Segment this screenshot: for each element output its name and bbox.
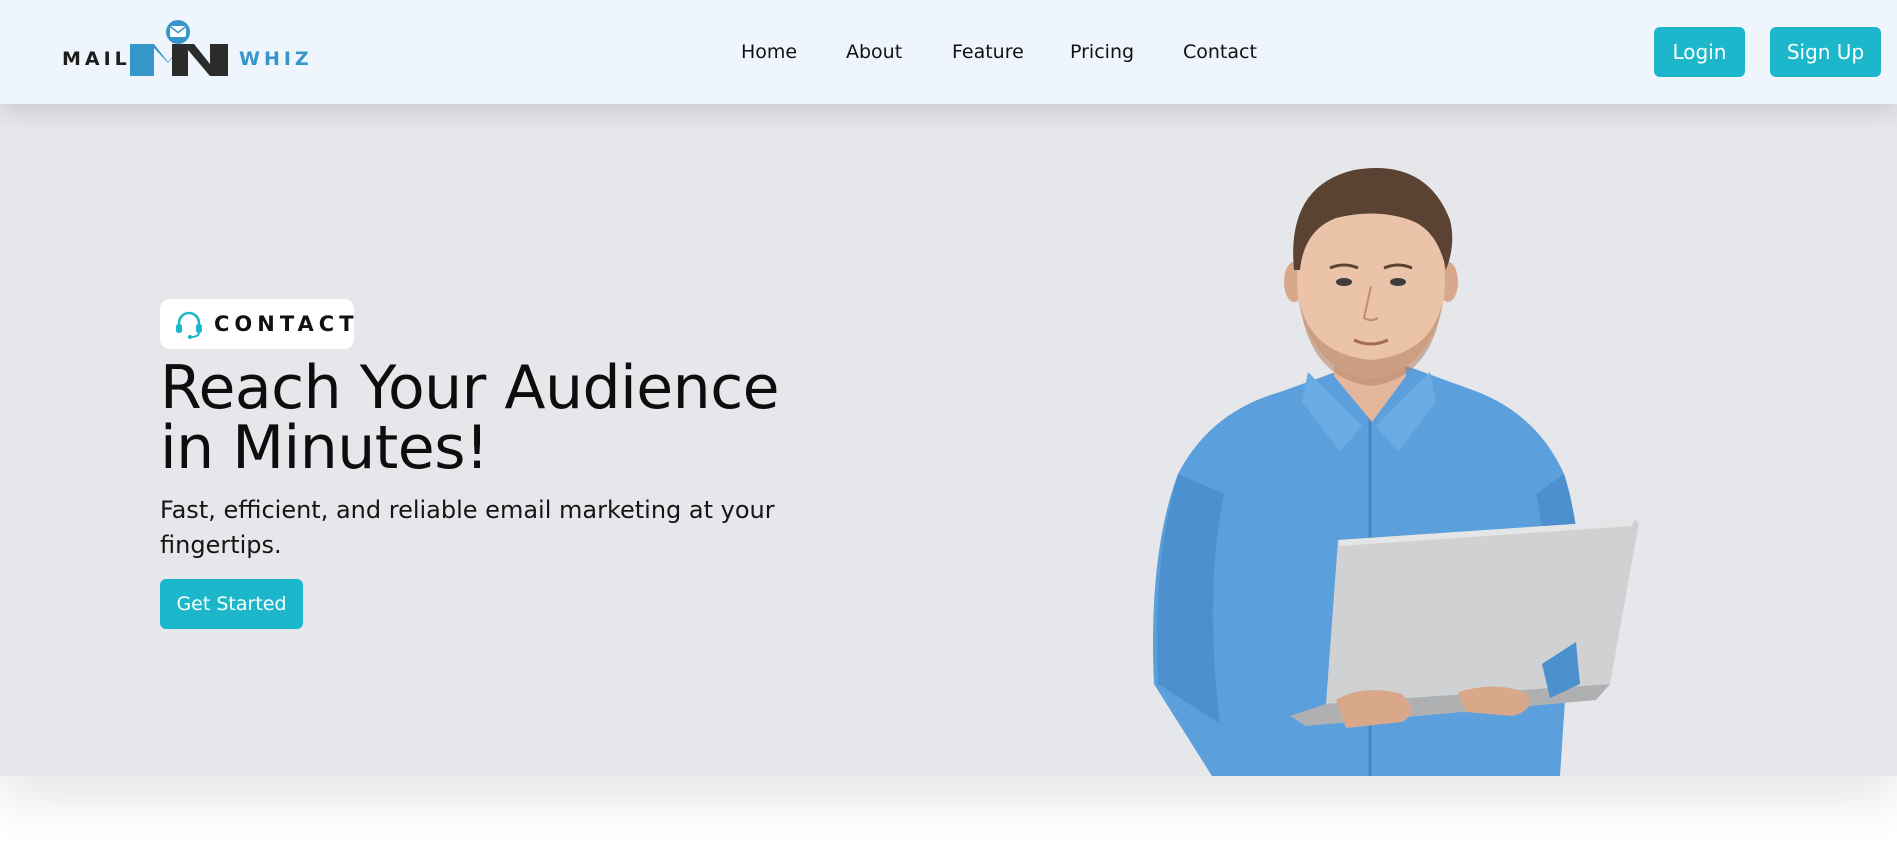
hero-subheading: Fast, efficient, and reliable email mark… [160, 496, 775, 559]
brand-logo[interactable]: MAIL WHIZ [62, 18, 309, 80]
headset-icon [176, 311, 202, 339]
hero-section: CONTACT Reach Your Audience in Minutes! … [0, 104, 1897, 776]
login-button[interactable]: Login [1654, 27, 1745, 77]
hero-headline: Reach Your Audience in Minutes! [160, 358, 880, 478]
site-header: MAIL WHIZ Home About Feature Pricing Con… [0, 0, 1897, 104]
get-started-button[interactable]: Get Started [160, 579, 303, 629]
envelope-m-logo-icon [130, 20, 228, 76]
hero-headline-line-2: in Minutes! [160, 413, 489, 483]
hero-person-image [1153, 168, 1639, 776]
contact-chip: CONTACT [160, 299, 354, 349]
logo-text-mail: MAIL [62, 48, 131, 70]
nav-feature[interactable]: Feature [952, 41, 1024, 63]
nav-contact[interactable]: Contact [1183, 41, 1257, 63]
signup-button[interactable]: Sign Up [1770, 27, 1881, 77]
logo-text-whiz: WHIZ [239, 48, 313, 70]
nav-home[interactable]: Home [741, 41, 797, 63]
nav-about[interactable]: About [846, 41, 902, 63]
contact-chip-label: CONTACT [214, 312, 359, 336]
nav-pricing[interactable]: Pricing [1070, 41, 1134, 63]
